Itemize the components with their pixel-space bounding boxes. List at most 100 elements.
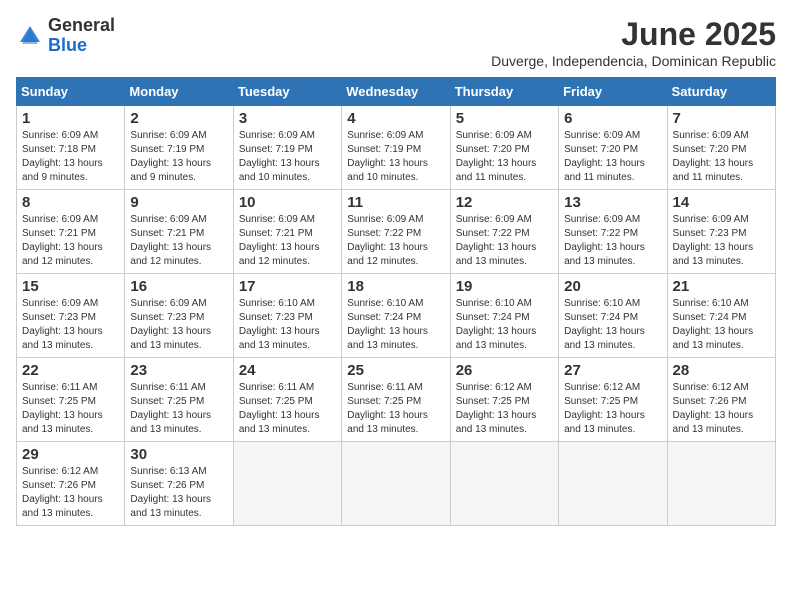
day-number: 23 (130, 362, 227, 379)
calendar-week-row: 22 Sunrise: 6:11 AMSunset: 7:25 PMDaylig… (17, 358, 776, 442)
calendar-day-cell (233, 442, 341, 526)
header-sunday: Sunday (17, 78, 125, 106)
day-number: 25 (347, 362, 444, 379)
calendar-day-cell: 12 Sunrise: 6:09 AMSunset: 7:22 PMDaylig… (450, 190, 558, 274)
day-info: Sunrise: 6:11 AMSunset: 7:25 PMDaylight:… (239, 382, 320, 435)
day-info: Sunrise: 6:09 AMSunset: 7:20 PMDaylight:… (673, 130, 754, 183)
calendar-day-cell: 10 Sunrise: 6:09 AMSunset: 7:21 PMDaylig… (233, 190, 341, 274)
day-number: 24 (239, 362, 336, 379)
header-wednesday: Wednesday (342, 78, 450, 106)
day-number: 21 (673, 278, 770, 295)
day-info: Sunrise: 6:09 AMSunset: 7:19 PMDaylight:… (239, 130, 320, 183)
calendar-day-cell (667, 442, 775, 526)
day-info: Sunrise: 6:11 AMSunset: 7:25 PMDaylight:… (130, 382, 211, 435)
day-info: Sunrise: 6:09 AMSunset: 7:23 PMDaylight:… (130, 298, 211, 351)
calendar-day-cell: 18 Sunrise: 6:10 AMSunset: 7:24 PMDaylig… (342, 274, 450, 358)
calendar-day-cell: 1 Sunrise: 6:09 AMSunset: 7:18 PMDayligh… (17, 106, 125, 190)
logo-general-text: General (48, 16, 115, 36)
calendar-day-cell: 29 Sunrise: 6:12 AMSunset: 7:26 PMDaylig… (17, 442, 125, 526)
calendar-day-cell (559, 442, 667, 526)
header-thursday: Thursday (450, 78, 558, 106)
calendar-day-cell: 17 Sunrise: 6:10 AMSunset: 7:23 PMDaylig… (233, 274, 341, 358)
calendar-day-cell: 23 Sunrise: 6:11 AMSunset: 7:25 PMDaylig… (125, 358, 233, 442)
day-number: 5 (456, 110, 553, 127)
day-info: Sunrise: 6:09 AMSunset: 7:23 PMDaylight:… (22, 298, 103, 351)
calendar-day-cell: 25 Sunrise: 6:11 AMSunset: 7:25 PMDaylig… (342, 358, 450, 442)
day-info: Sunrise: 6:10 AMSunset: 7:24 PMDaylight:… (456, 298, 537, 351)
day-info: Sunrise: 6:12 AMSunset: 7:25 PMDaylight:… (456, 382, 537, 435)
day-info: Sunrise: 6:12 AMSunset: 7:26 PMDaylight:… (22, 466, 103, 519)
calendar-day-cell: 15 Sunrise: 6:09 AMSunset: 7:23 PMDaylig… (17, 274, 125, 358)
day-number: 30 (130, 446, 227, 463)
calendar-week-row: 8 Sunrise: 6:09 AMSunset: 7:21 PMDayligh… (17, 190, 776, 274)
day-number: 9 (130, 194, 227, 211)
calendar-day-cell: 7 Sunrise: 6:09 AMSunset: 7:20 PMDayligh… (667, 106, 775, 190)
day-info: Sunrise: 6:09 AMSunset: 7:19 PMDaylight:… (130, 130, 211, 183)
day-info: Sunrise: 6:11 AMSunset: 7:25 PMDaylight:… (22, 382, 103, 435)
calendar-day-cell: 16 Sunrise: 6:09 AMSunset: 7:23 PMDaylig… (125, 274, 233, 358)
calendar-day-cell (450, 442, 558, 526)
day-number: 11 (347, 194, 444, 211)
calendar-day-cell: 21 Sunrise: 6:10 AMSunset: 7:24 PMDaylig… (667, 274, 775, 358)
calendar-day-cell: 11 Sunrise: 6:09 AMSunset: 7:22 PMDaylig… (342, 190, 450, 274)
calendar-day-cell: 6 Sunrise: 6:09 AMSunset: 7:20 PMDayligh… (559, 106, 667, 190)
header: General Blue June 2025 Duverge, Independ… (16, 16, 776, 69)
day-number: 16 (130, 278, 227, 295)
day-info: Sunrise: 6:09 AMSunset: 7:18 PMDaylight:… (22, 130, 103, 183)
logo-text: General Blue (48, 16, 115, 56)
title-area: June 2025 Duverge, Independencia, Domini… (491, 16, 776, 69)
calendar-day-cell: 19 Sunrise: 6:10 AMSunset: 7:24 PMDaylig… (450, 274, 558, 358)
day-info: Sunrise: 6:09 AMSunset: 7:20 PMDaylight:… (564, 130, 645, 183)
day-number: 7 (673, 110, 770, 127)
day-info: Sunrise: 6:10 AMSunset: 7:24 PMDaylight:… (564, 298, 645, 351)
day-number: 1 (22, 110, 119, 127)
day-number: 18 (347, 278, 444, 295)
day-info: Sunrise: 6:10 AMSunset: 7:24 PMDaylight:… (673, 298, 754, 351)
day-info: Sunrise: 6:09 AMSunset: 7:21 PMDaylight:… (130, 214, 211, 267)
day-number: 26 (456, 362, 553, 379)
day-number: 14 (673, 194, 770, 211)
day-info: Sunrise: 6:11 AMSunset: 7:25 PMDaylight:… (347, 382, 428, 435)
day-number: 13 (564, 194, 661, 211)
calendar-day-cell: 8 Sunrise: 6:09 AMSunset: 7:21 PMDayligh… (17, 190, 125, 274)
logo-icon (16, 22, 44, 50)
day-info: Sunrise: 6:10 AMSunset: 7:23 PMDaylight:… (239, 298, 320, 351)
day-info: Sunrise: 6:12 AMSunset: 7:25 PMDaylight:… (564, 382, 645, 435)
day-info: Sunrise: 6:09 AMSunset: 7:21 PMDaylight:… (22, 214, 103, 267)
day-info: Sunrise: 6:09 AMSunset: 7:23 PMDaylight:… (673, 214, 754, 267)
day-number: 17 (239, 278, 336, 295)
calendar-week-row: 15 Sunrise: 6:09 AMSunset: 7:23 PMDaylig… (17, 274, 776, 358)
day-info: Sunrise: 6:09 AMSunset: 7:21 PMDaylight:… (239, 214, 320, 267)
day-number: 10 (239, 194, 336, 211)
calendar-week-row: 1 Sunrise: 6:09 AMSunset: 7:18 PMDayligh… (17, 106, 776, 190)
header-tuesday: Tuesday (233, 78, 341, 106)
calendar-body: 1 Sunrise: 6:09 AMSunset: 7:18 PMDayligh… (17, 106, 776, 526)
day-number: 12 (456, 194, 553, 211)
day-info: Sunrise: 6:09 AMSunset: 7:22 PMDaylight:… (456, 214, 537, 267)
day-number: 2 (130, 110, 227, 127)
header-monday: Monday (125, 78, 233, 106)
header-saturday: Saturday (667, 78, 775, 106)
calendar-day-cell: 9 Sunrise: 6:09 AMSunset: 7:21 PMDayligh… (125, 190, 233, 274)
calendar-day-cell: 27 Sunrise: 6:12 AMSunset: 7:25 PMDaylig… (559, 358, 667, 442)
day-info: Sunrise: 6:12 AMSunset: 7:26 PMDaylight:… (673, 382, 754, 435)
header-friday: Friday (559, 78, 667, 106)
calendar-day-cell: 3 Sunrise: 6:09 AMSunset: 7:19 PMDayligh… (233, 106, 341, 190)
logo-blue-text: Blue (48, 36, 115, 56)
day-number: 19 (456, 278, 553, 295)
calendar-header-row: Sunday Monday Tuesday Wednesday Thursday… (17, 78, 776, 106)
day-info: Sunrise: 6:09 AMSunset: 7:22 PMDaylight:… (347, 214, 428, 267)
calendar-table: Sunday Monday Tuesday Wednesday Thursday… (16, 77, 776, 526)
day-number: 15 (22, 278, 119, 295)
day-info: Sunrise: 6:09 AMSunset: 7:22 PMDaylight:… (564, 214, 645, 267)
day-number: 29 (22, 446, 119, 463)
calendar-day-cell: 28 Sunrise: 6:12 AMSunset: 7:26 PMDaylig… (667, 358, 775, 442)
calendar-day-cell: 13 Sunrise: 6:09 AMSunset: 7:22 PMDaylig… (559, 190, 667, 274)
calendar-day-cell: 14 Sunrise: 6:09 AMSunset: 7:23 PMDaylig… (667, 190, 775, 274)
calendar-day-cell: 30 Sunrise: 6:13 AMSunset: 7:26 PMDaylig… (125, 442, 233, 526)
day-info: Sunrise: 6:09 AMSunset: 7:20 PMDaylight:… (456, 130, 537, 183)
calendar-week-row: 29 Sunrise: 6:12 AMSunset: 7:26 PMDaylig… (17, 442, 776, 526)
calendar-day-cell: 24 Sunrise: 6:11 AMSunset: 7:25 PMDaylig… (233, 358, 341, 442)
day-number: 4 (347, 110, 444, 127)
calendar-day-cell: 4 Sunrise: 6:09 AMSunset: 7:19 PMDayligh… (342, 106, 450, 190)
